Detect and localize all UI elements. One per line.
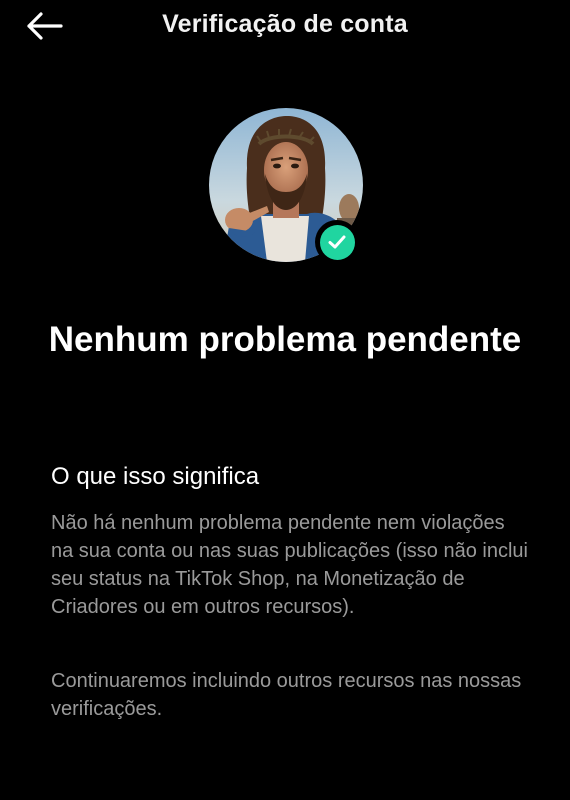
header: Verificação de conta [0,0,570,50]
info-paragraph-secondary: Continuaremos incluindo outros recursos … [51,670,522,720]
account-check-screen: Verificação de conta Nenhum problema pen… [0,0,570,800]
section-title: O que isso significa [51,463,260,490]
avatar-container [209,108,363,264]
badge-circle [319,224,355,260]
page-title: Verificação de conta [162,10,408,38]
checkmark-icon [328,235,346,249]
status-heading: Nenhum problema pendente [48,320,522,359]
info-paragraph: Não há nenhum problema pendente nem viol… [51,512,528,618]
verified-badge [315,220,359,264]
